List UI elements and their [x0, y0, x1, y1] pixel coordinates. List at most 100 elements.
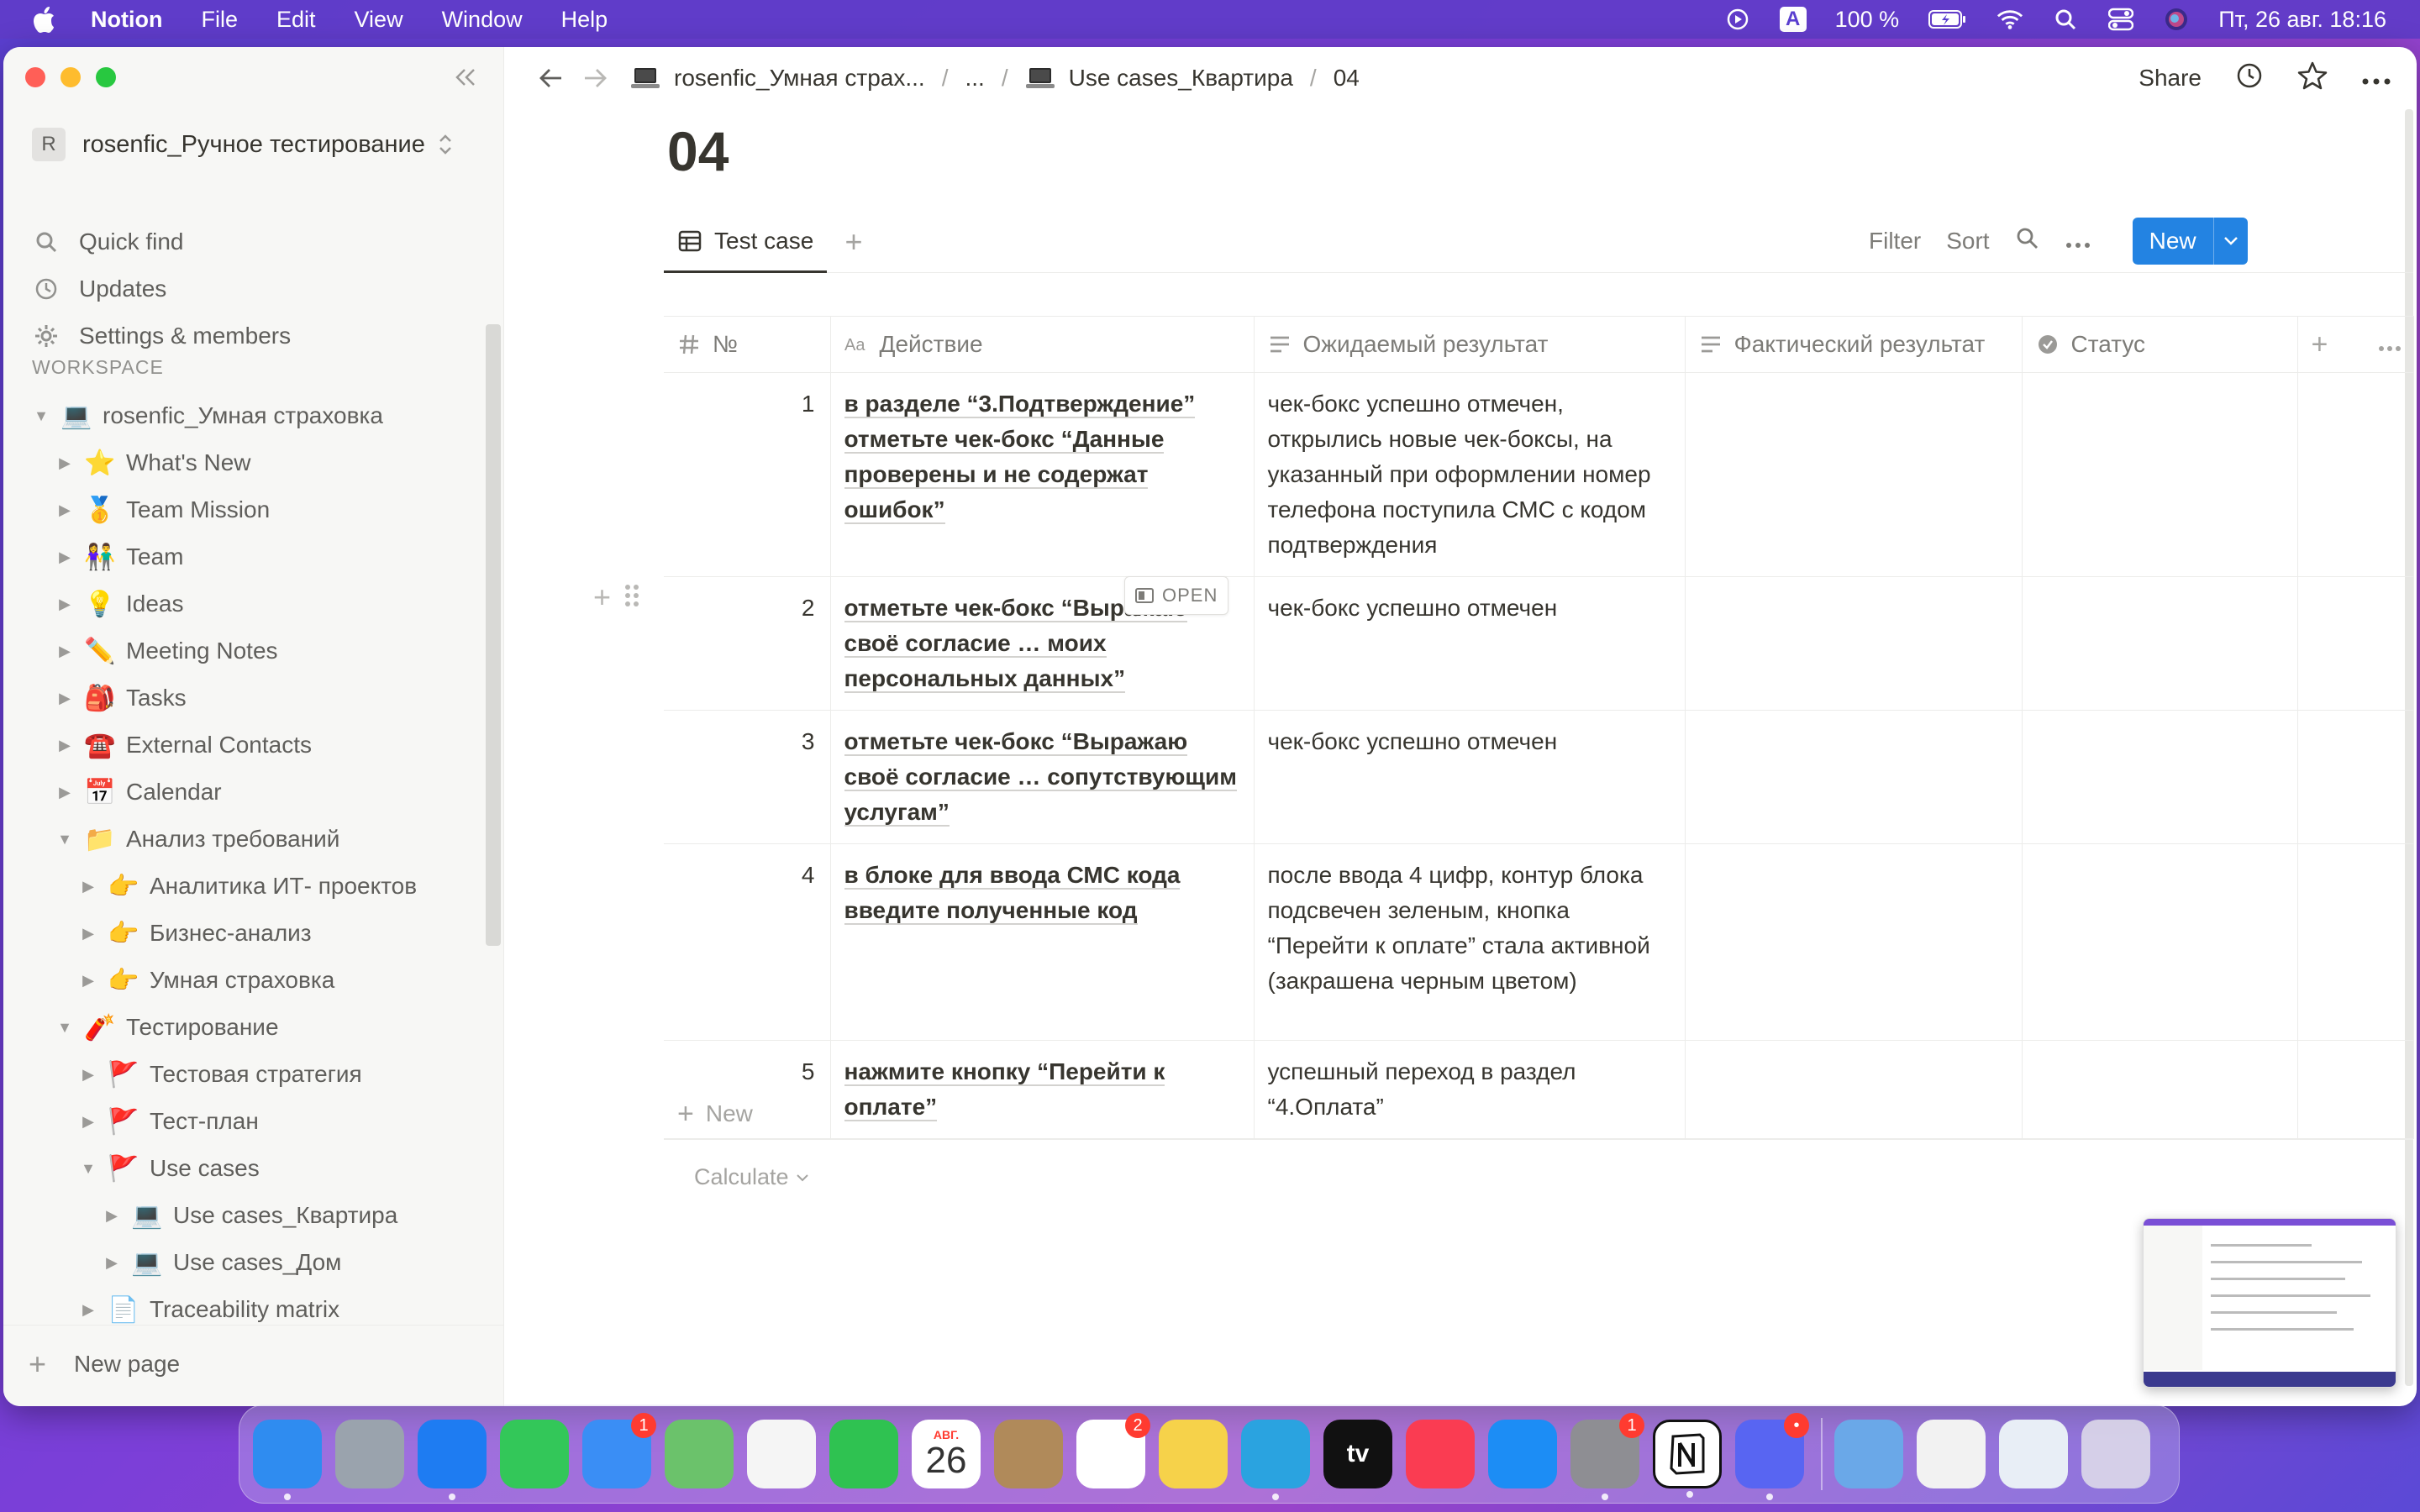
page-title[interactable]: 04 [667, 119, 729, 183]
maps-app-icon[interactable] [665, 1420, 734, 1488]
add-row-button[interactable]: + New [664, 1089, 2413, 1140]
breadcrumb-current[interactable]: 04 [1334, 65, 1360, 92]
cell-status[interactable] [2021, 372, 2298, 577]
sidebar-scrollbar[interactable] [486, 324, 501, 946]
column-header-actual[interactable]: Фактический результат [1684, 316, 2023, 373]
history-icon[interactable] [2235, 61, 2264, 96]
sidebar-item[interactable]: ▶ 🥇 Team Mission [3, 486, 487, 533]
add-property-icon[interactable]: + [2312, 328, 2328, 361]
sidebar-item[interactable]: ▶ ☎️ External Contacts [3, 722, 487, 769]
triangle-right-icon[interactable]: ▶ [99, 1250, 124, 1275]
cell-status[interactable] [2021, 843, 2298, 1041]
triangle-right-icon[interactable]: ▶ [52, 544, 77, 570]
sidebar-item[interactable]: ▶ ✏️ Meeting Notes [3, 627, 487, 675]
triangle-right-icon[interactable]: ▶ [52, 591, 77, 617]
trash-icon[interactable] [2081, 1420, 2150, 1488]
triangle-down-icon[interactable]: ▼ [76, 1156, 101, 1181]
sidebar-item[interactable]: ▶ 👉 Умная страховка [3, 957, 487, 1004]
reminders-app-icon[interactable]: 2 [1076, 1413, 1150, 1488]
cell-number[interactable]: 2 [664, 576, 831, 711]
sidebar-item[interactable]: ▼ 💻 rosenfic_Умная страховка [3, 392, 487, 439]
share-button[interactable]: Share [2139, 65, 2202, 92]
menu-file[interactable]: File [201, 7, 238, 33]
clock[interactable]: Пт, 26 авг. 18:16 [2218, 7, 2386, 33]
back-arrow-icon[interactable] [533, 60, 570, 97]
sidebar-item[interactable]: ▼ 🚩 Use cases [3, 1145, 487, 1192]
add-row-above-icon[interactable]: + [593, 580, 611, 615]
triangle-right-icon[interactable]: ▶ [76, 1297, 101, 1322]
screen-record-icon[interactable] [1724, 6, 1751, 33]
column-header-expected[interactable]: Ожидаемый результат [1253, 316, 1686, 373]
siri-icon[interactable] [2163, 6, 2190, 33]
sidebar-item[interactable]: ▼ 🧨 Тестирование [3, 1004, 487, 1051]
more-options-icon[interactable] [2065, 228, 2091, 255]
control-center-icon[interactable] [2107, 6, 2134, 33]
contacts-app-icon[interactable] [994, 1420, 1063, 1488]
column-header-number[interactable]: № [664, 316, 831, 373]
safari-app-icon[interactable] [418, 1420, 487, 1500]
cell-actual[interactable] [1684, 576, 2023, 711]
triangle-down-icon[interactable]: ▼ [29, 403, 54, 428]
sidebar-item[interactable]: ▶ 🎒 Tasks [3, 675, 487, 722]
cell-expected[interactable]: чек-бокс успешно отмечен [1253, 710, 1686, 844]
chevron-down-icon[interactable] [2212, 218, 2248, 265]
apple-tv-app-icon[interactable]: tv [1323, 1420, 1392, 1488]
menu-help[interactable]: Help [561, 7, 608, 33]
forward-arrow-icon[interactable] [576, 60, 613, 97]
minimize-window-button[interactable] [60, 67, 81, 87]
sort-button[interactable]: Sort [1946, 228, 1989, 255]
recent-document-icon[interactable] [1917, 1420, 1986, 1488]
mail-app-icon[interactable]: 1 [582, 1413, 656, 1488]
breadcrumb-use-cases[interactable]: Use cases_Квартира [1025, 65, 1293, 92]
search-icon[interactable] [2015, 226, 2040, 257]
close-window-button[interactable] [25, 67, 45, 87]
menu-view[interactable]: View [355, 7, 403, 33]
sidebar-item[interactable]: ▶ 👉 Аналитика ИТ- проектов [3, 863, 487, 910]
triangle-right-icon[interactable]: ▶ [76, 921, 101, 946]
filter-button[interactable]: Filter [1869, 228, 1921, 255]
notes-app-icon[interactable] [1159, 1420, 1228, 1488]
sidebar-item[interactable]: ▶ 👫 Team [3, 533, 487, 580]
cell-action[interactable]: в разделе “3.Подтверждение” отметьте чек… [829, 372, 1255, 577]
cell-status[interactable] [2021, 576, 2298, 711]
collapse-sidebar-icon[interactable] [449, 62, 482, 92]
cell-action[interactable]: в блоке для ввода СМС кода введите получ… [829, 843, 1255, 1041]
finder-app-icon[interactable] [253, 1420, 322, 1500]
cell-actual[interactable] [1684, 843, 2023, 1041]
cell-action[interactable]: отметьте чек-бокс “Выражаю своё согласие… [829, 710, 1255, 844]
cell-expected[interactable]: чек-бокс успешно отмечен, открылись новы… [1253, 372, 1686, 577]
sidebar-item[interactable]: ▶ 💻 Use cases_Квартира [3, 1192, 487, 1239]
favorite-star-icon[interactable] [2297, 61, 2328, 96]
calculate-button[interactable]: Calculate [694, 1164, 809, 1190]
notion-app-icon[interactable] [1653, 1420, 1722, 1498]
sidebar-item[interactable]: ▶ 👉 Бизнес-анализ [3, 910, 487, 957]
triangle-right-icon[interactable]: ▶ [52, 450, 77, 475]
column-header-status[interactable]: Статус [2021, 316, 2298, 373]
music-app-icon[interactable] [1406, 1420, 1475, 1488]
sidebar-item[interactable]: ▼ 📁 Анализ требований [3, 816, 487, 863]
cell-status[interactable] [2021, 710, 2298, 844]
triangle-right-icon[interactable]: ▶ [52, 497, 77, 522]
calendar-app-icon[interactable]: АВГ. 26 [912, 1420, 981, 1488]
triangle-down-icon[interactable]: ▼ [52, 1015, 77, 1040]
table-row[interactable]: 1 в разделе “3.Подтверждение” отметьте че… [664, 372, 2414, 577]
wifi-icon[interactable] [1996, 6, 2023, 33]
triangle-right-icon[interactable]: ▶ [76, 968, 101, 993]
triangle-right-icon[interactable]: ▶ [76, 1109, 101, 1134]
new-page-button[interactable]: + New page [29, 1342, 180, 1386]
recent-document-icon[interactable] [1999, 1420, 2068, 1488]
battery-icon[interactable] [1928, 6, 1968, 33]
quick-find-link[interactable]: Quick find [32, 220, 184, 264]
column-header-action[interactable]: Aa Действие [829, 316, 1255, 373]
more-options-icon[interactable] [2378, 331, 2402, 358]
table-row[interactable]: 4 в блоке для ввода СМС кода введите полу… [664, 843, 2414, 1041]
sidebar-item[interactable]: ▶ ⭐ What's New [3, 439, 487, 486]
updates-link[interactable]: Updates [32, 267, 166, 311]
photos-app-icon[interactable] [747, 1420, 816, 1488]
sidebar-item[interactable]: ▶ 📄 Traceability matrix [3, 1286, 487, 1333]
open-row-button[interactable]: OPEN [1124, 576, 1229, 615]
spotlight-search-icon[interactable] [2052, 6, 2079, 33]
cell-expected[interactable]: после ввода 4 цифр, контур блока подсвеч… [1253, 843, 1686, 1041]
cell-number[interactable]: 1 [664, 372, 831, 577]
cell-actual[interactable] [1684, 372, 2023, 577]
